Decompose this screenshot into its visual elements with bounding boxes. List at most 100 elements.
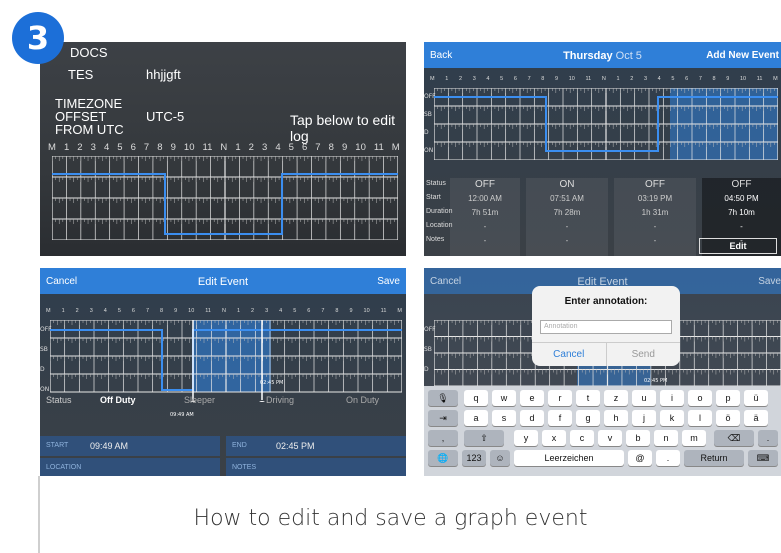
keyboard-hide-key[interactable]: ⌨ <box>748 450 778 466</box>
event-column[interactable]: OFF 12:00 AM 7h 51m - - <box>450 178 520 256</box>
key-z[interactable]: z <box>604 390 628 406</box>
mic-key[interactable]: 🎙 <box>428 390 458 406</box>
key-ä[interactable]: ä <box>744 410 768 426</box>
event-loc: - <box>565 222 569 231</box>
space-key[interactable]: Leerzeichen <box>514 450 624 466</box>
hour-label: 11 <box>373 142 384 153</box>
key-h[interactable]: h <box>604 410 628 426</box>
period-key[interactable]: . <box>758 430 778 446</box>
globe-key[interactable]: 🌐 <box>428 450 458 466</box>
start-field[interactable]: START 09:49 AM <box>40 436 220 456</box>
key-d[interactable]: d <box>520 410 544 426</box>
key-l[interactable]: l <box>688 410 712 426</box>
numbers-key[interactable]: 123 <box>462 450 486 466</box>
event-start: 03:19 PM <box>637 194 673 203</box>
key-r[interactable]: r <box>548 390 572 406</box>
backspace-key[interactable]: ⌫ <box>714 430 754 446</box>
row-header: Status <box>426 180 446 187</box>
key-e[interactable]: e <box>520 390 544 406</box>
location-key: LOCATION <box>46 464 82 471</box>
hour-label: 2 <box>458 76 463 82</box>
add-new-event-button[interactable]: Add New Event <box>706 50 779 61</box>
key-u[interactable]: u <box>632 390 656 406</box>
return-key[interactable]: Return <box>684 450 744 466</box>
status-option-sleeper[interactable]: Sleeper <box>184 395 215 405</box>
hour-label: M <box>430 76 435 82</box>
location-field[interactable]: LOCATION <box>40 458 220 476</box>
key-i[interactable]: i <box>660 390 684 406</box>
key-ü[interactable]: ü <box>744 390 768 406</box>
status-option-off-duty[interactable]: Off Duty <box>100 395 136 405</box>
hour-label: 3 <box>643 76 648 82</box>
event-loc: - <box>483 222 487 231</box>
hour-label: 6 <box>301 142 308 153</box>
key-m[interactable]: m <box>682 430 706 446</box>
key-o[interactable]: o <box>688 390 712 406</box>
event-loc: - <box>653 222 657 231</box>
key-ö[interactable]: ö <box>716 410 740 426</box>
key-q[interactable]: q <box>464 390 488 406</box>
end-field[interactable]: END 02:45 PM <box>226 436 406 456</box>
start-marker: 09:49 AM <box>170 412 194 418</box>
key-b[interactable]: b <box>626 430 650 446</box>
status-option-on-duty[interactable]: On Duty <box>346 395 379 405</box>
key-g[interactable]: g <box>576 410 600 426</box>
end-value: 02:45 PM <box>276 441 315 451</box>
row-header: Location <box>426 222 453 229</box>
key-x[interactable]: x <box>542 430 566 446</box>
tab-key[interactable]: ⇥ <box>428 410 458 426</box>
key-n[interactable]: n <box>654 430 678 446</box>
notes-key: NOTES <box>232 464 257 471</box>
notes-label: TES <box>68 67 94 82</box>
hour-label: 6 <box>131 308 135 314</box>
comma-key[interactable]: , <box>428 430 458 446</box>
hour-label: 9 <box>174 308 178 314</box>
nav-bar: Back Thursday Oct 5 Add New Event <box>424 42 781 68</box>
at-key[interactable]: @ <box>628 450 652 466</box>
hour-label: 5 <box>117 308 121 314</box>
event-start: 04:50 PM <box>724 194 759 203</box>
key-j[interactable]: j <box>632 410 656 426</box>
notes-value: hhjjgft <box>146 67 181 82</box>
emoji-key[interactable]: ☺ <box>490 450 510 466</box>
key-k[interactable]: k <box>660 410 684 426</box>
dialog-send-button[interactable]: Send <box>607 343 681 366</box>
save-button[interactable]: Save <box>377 276 400 287</box>
save-button[interactable]: Save <box>758 276 781 287</box>
event-duration: 7h 10m <box>728 208 755 217</box>
key-p[interactable]: p <box>716 390 740 406</box>
hour-label: 7 <box>321 308 325 314</box>
hour-labels: M 1 2 3 4 5 6 7 8 9 10 11 N 1 2 3 4 5 6 7 8 9 10 11 M <box>48 142 400 153</box>
key-a[interactable]: a <box>464 410 488 426</box>
start-value: 09:49 AM <box>90 441 129 451</box>
hour-label: M <box>46 308 51 314</box>
log-graph[interactable] <box>52 156 398 240</box>
log-overview-screen: DOCS TES hhjjgft TIMEZONE OFFSET FROM UT… <box>40 42 406 256</box>
hour-label: 7 <box>315 142 321 153</box>
dialog-cancel-button[interactable]: Cancel <box>532 343 607 366</box>
key-w[interactable]: w <box>492 390 516 406</box>
hour-label: 4 <box>103 308 107 314</box>
key-f[interactable]: f <box>548 410 572 426</box>
key-s[interactable]: s <box>492 410 516 426</box>
dot-key[interactable]: . <box>656 450 680 466</box>
date-title: Oct 5 <box>615 50 642 62</box>
key-t[interactable]: t <box>576 390 600 406</box>
key-y[interactable]: y <box>514 430 538 446</box>
log-graph[interactable] <box>50 320 402 402</box>
key-v[interactable]: v <box>598 430 622 446</box>
annotation-input[interactable]: Annotation <box>540 320 672 334</box>
status-option-driving[interactable]: Driving <box>266 395 294 405</box>
notes-field[interactable]: NOTES <box>226 458 406 476</box>
edit-button[interactable]: Edit <box>699 238 777 254</box>
event-column[interactable]: OFF 03:19 PM 1h 31m - - <box>614 178 696 256</box>
end-marker: 02:45 PM <box>260 380 284 386</box>
event-column[interactable]: ON 07:51 AM 7h 28m - - <box>526 178 608 256</box>
log-graph[interactable] <box>434 88 778 160</box>
hour-label: 11 <box>585 76 592 82</box>
hour-label: 5 <box>671 76 675 82</box>
hour-label: 10 <box>183 142 195 153</box>
key-c[interactable]: c <box>570 430 594 446</box>
shift-key[interactable]: ⇧ <box>464 430 504 446</box>
hour-label: 5 <box>117 142 123 153</box>
